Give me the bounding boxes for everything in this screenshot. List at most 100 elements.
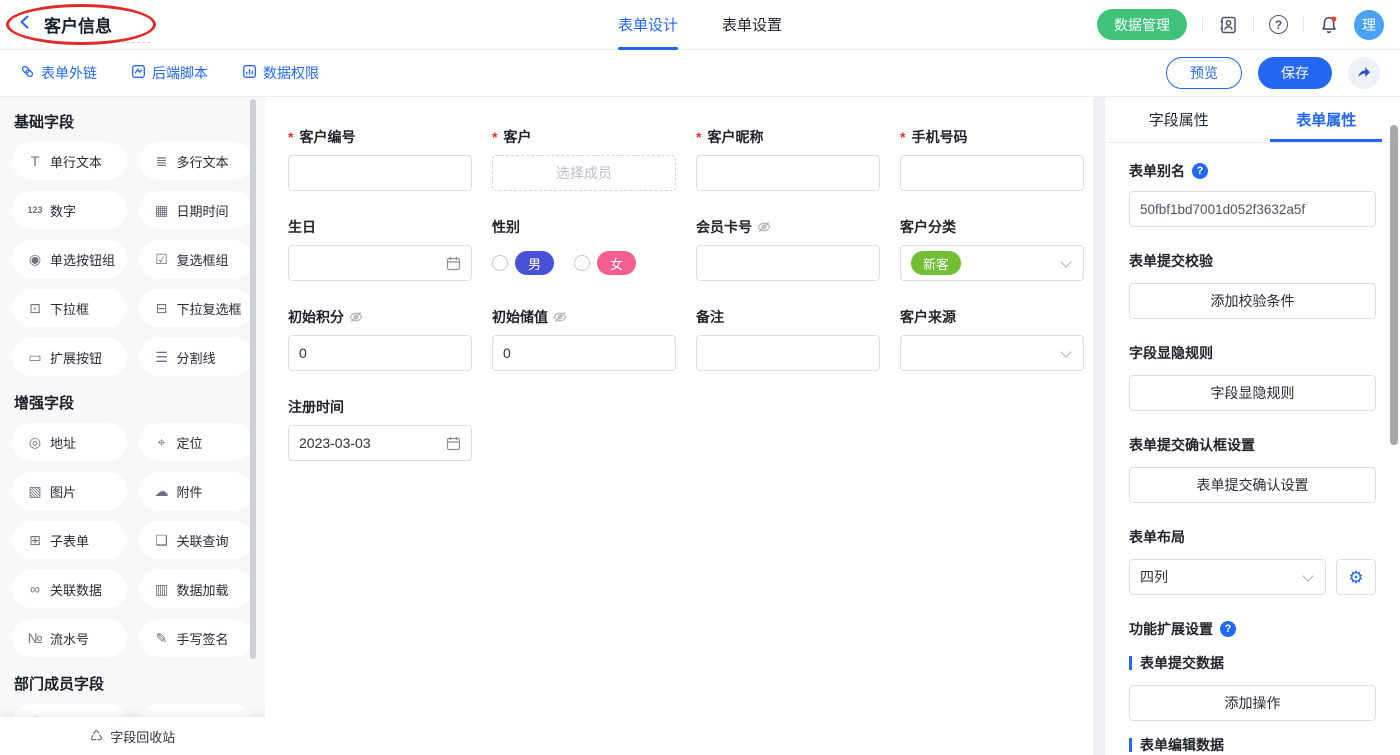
sidebar-item-linked-data[interactable]: ∞关联数据 [12,570,127,608]
submit-confirm-section: 表单提交确认框设置 表单提交确认设置 [1129,435,1376,503]
customer-source-select[interactable] [900,335,1084,371]
field-customer-category[interactable]: 客户分类 新客 [900,217,1084,281]
tab-field-properties[interactable]: 字段属性 [1105,97,1253,142]
sidebar-item-radio-group[interactable]: ◉单选按钮组 [12,240,127,278]
sidebar-item-subform[interactable]: ⊞子表单 [12,521,127,559]
tab-form-design[interactable]: 表单设计 [618,0,678,50]
help-icon[interactable] [1220,621,1236,637]
field-label: 初始储值 [492,307,676,327]
multi-line-text-icon: ≣ [152,154,172,168]
signature-icon: ✎ [152,631,172,645]
radio-icon[interactable] [574,255,590,271]
data-permission-link[interactable]: 数据权限 [242,63,319,83]
field-visibility-section: 字段显隐规则 字段显隐规则 [1129,343,1376,411]
sidebar-item-image[interactable]: ▧图片 [12,472,127,510]
field-initial-balance[interactable]: 初始储值 [492,307,676,371]
sidebar-item-location[interactable]: ⌖定位 [139,423,254,461]
notification-bell-icon[interactable] [1319,15,1339,35]
field-birthday[interactable]: 生日 [288,217,472,281]
remark-input[interactable] [696,335,880,371]
section-title: 增强字段 [14,392,253,413]
sidebar-item-multi-line-text[interactable]: ≣多行文本 [139,142,254,180]
gender-option-male[interactable]: 男 [492,251,554,275]
field-remark[interactable]: 备注 [696,307,880,371]
field-phone[interactable]: 手机号码 [900,127,1084,191]
gender-option-female[interactable]: 女 [574,251,636,275]
tab-form-settings[interactable]: 表单设置 [722,0,782,50]
birthday-date-input[interactable] [288,245,472,281]
properties-panel: 字段属性 表单属性 表单别名 表单提交校验 添加校验条件 字段显隐规则 字段显隐… [1105,97,1400,755]
sidebar-item-single-line-text[interactable]: T单行文本 [12,142,127,180]
help-icon[interactable] [1192,163,1208,179]
field-gender[interactable]: 性别 男 女 [492,217,676,281]
form-external-link[interactable]: 表单外链 [20,63,97,83]
title-dashed-underline [46,42,150,43]
customer-category-select[interactable]: 新客 [900,245,1084,281]
sidebar-item-number[interactable]: 123数字 [12,191,127,229]
share-button[interactable] [1348,57,1380,89]
preview-button[interactable]: 预览 [1166,57,1242,89]
phone-input[interactable] [900,155,1084,191]
field-initial-points[interactable]: 初始积分 [288,307,472,371]
backend-script-link[interactable]: 后端脚本 [131,63,208,83]
page-scrollbar[interactable] [1390,125,1398,445]
sidebar-section-enhanced: 增强字段 ◎地址 ⌖定位 ▧图片 ☁附件 ⊞子表单 ❏关联查询 ∞关联数据 ▥数… [12,392,253,657]
field-recycle-bin[interactable]: ♺ 字段回收站 [0,717,265,755]
form-alias-input[interactable] [1129,191,1376,227]
field-customer-no[interactable]: 客户编号 [288,127,472,191]
customer-no-input[interactable] [288,155,472,191]
sidebar-item-address[interactable]: ◎地址 [12,423,127,461]
sidebar-item-multi-select[interactable]: ⊟下拉复选框 [139,289,254,327]
add-submit-action-button[interactable]: 添加操作 [1129,685,1376,721]
help-icon[interactable] [1269,15,1288,34]
initial-points-input[interactable] [288,335,472,371]
extend-button-icon: ▭ [25,350,45,364]
form-layout-section: 表单布局 四列 ⚙ [1129,527,1376,595]
member-picker[interactable]: 选择成员 [492,155,676,191]
sidebar-item-select[interactable]: ⊡下拉框 [12,289,127,327]
field-member-card-no[interactable]: 会员卡号 [696,217,880,281]
back-icon[interactable] [16,13,34,36]
field-label: 性别 [492,217,676,237]
sidebar-item-signature[interactable]: ✎手写签名 [139,619,254,657]
field-visibility-rules-button[interactable]: 字段显隐规则 [1129,375,1376,411]
submit-confirm-settings-button[interactable]: 表单提交确认设置 [1129,467,1376,503]
sidebar-item-linked-query[interactable]: ❏关联查询 [139,521,254,559]
initial-balance-input[interactable] [492,335,676,371]
sidebar-item-divider[interactable]: ☰分割线 [139,338,254,376]
sidebar-item-serial-number[interactable]: №流水号 [12,619,127,657]
field-register-time[interactable]: 注册时间 2023-03-03 [288,397,472,461]
field-label: 生日 [288,217,472,237]
layout-select[interactable]: 四列 [1129,559,1326,595]
contacts-icon[interactable] [1218,15,1238,35]
layout-settings-button[interactable]: ⚙ [1336,559,1376,595]
customer-nickname-input[interactable] [696,155,880,191]
female-pill: 女 [597,251,636,275]
field-customer-source[interactable]: 客户来源 [900,307,1084,371]
sidebar-item-datetime[interactable]: ▦日期时间 [139,191,254,229]
user-avatar[interactable]: 理 [1354,10,1384,40]
save-button[interactable]: 保存 [1258,57,1332,89]
address-icon: ◎ [25,435,45,449]
field-customer[interactable]: 客户 选择成员 [492,127,676,191]
sidebar-item-checkbox-group[interactable]: ☑复选框组 [139,240,254,278]
register-time-date-input[interactable]: 2023-03-03 [288,425,472,461]
sidebar-scrollbar[interactable] [250,99,256,659]
form-toolbar: 表单外链 后端脚本 数据权限 预览 保存 [0,50,1400,97]
tab-form-properties[interactable]: 表单属性 [1253,97,1400,142]
sidebar-item-extend-button[interactable]: ▭扩展按钮 [12,338,127,376]
sidebar-item-attachment[interactable]: ☁附件 [139,472,254,510]
radio-icon[interactable] [492,255,508,271]
data-manage-button[interactable]: 数据管理 [1097,9,1187,40]
page-title: 客户信息 [44,12,112,37]
member-card-no-input[interactable] [696,245,880,281]
divider [1303,17,1304,32]
add-validation-button[interactable]: 添加校验条件 [1129,283,1376,319]
calendar-icon [446,436,461,451]
linked-data-icon: ∞ [25,582,45,596]
sidebar-item-data-load[interactable]: ▥数据加载 [139,570,254,608]
datetime-icon: ▦ [152,203,172,217]
back-title-group[interactable]: 客户信息 [16,12,112,37]
field-customer-nickname[interactable]: 客户昵称 [696,127,880,191]
radio-group-icon: ◉ [25,252,45,266]
